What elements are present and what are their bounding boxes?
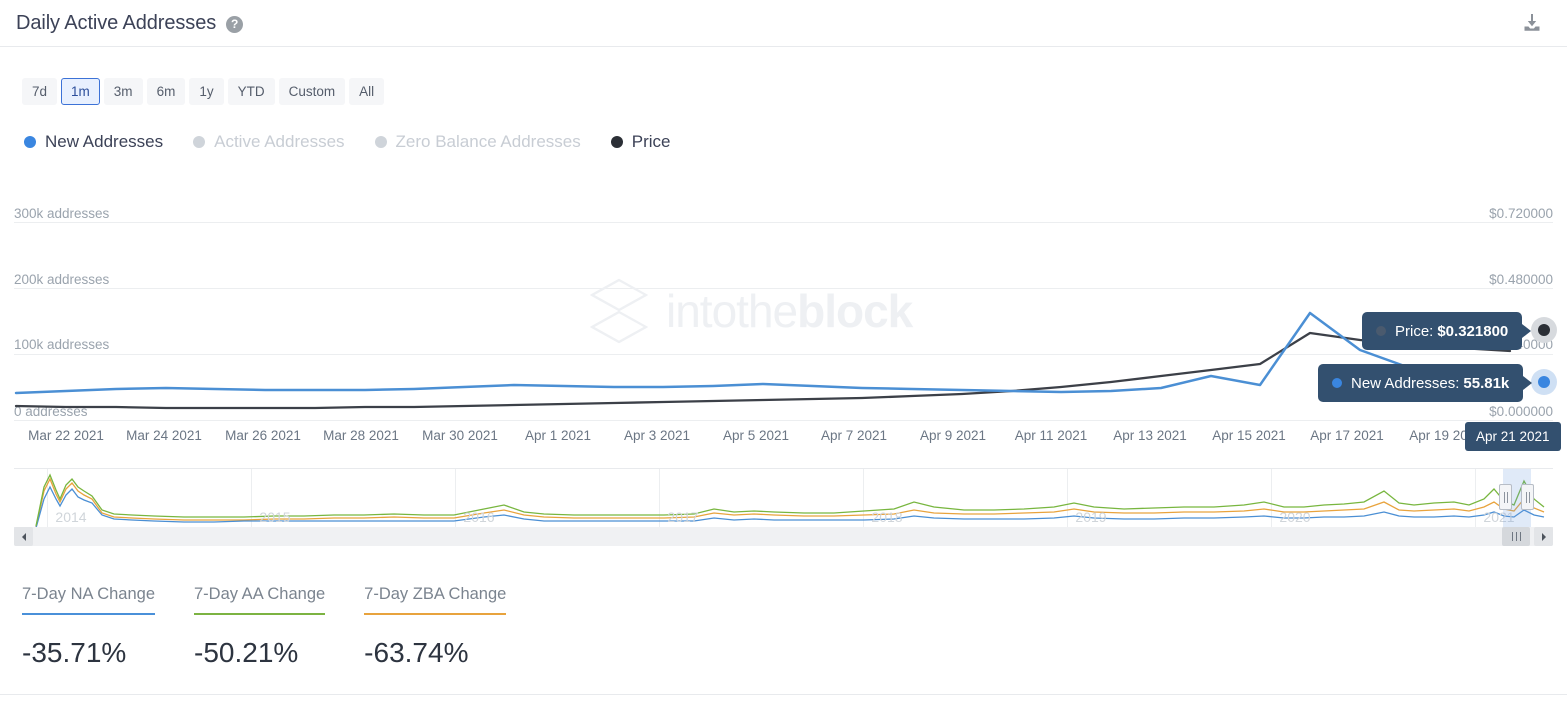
legend-item-new-addresses[interactable]: New Addresses [24, 132, 163, 152]
range-button-custom[interactable]: Custom [279, 78, 346, 105]
x-axis-tick-label: Apr 5 2021 [723, 428, 789, 443]
stat-label: 7-Day NA Change [22, 585, 155, 613]
price-tooltip-label: Price: [1395, 323, 1433, 340]
navigator-handle-left[interactable] [1499, 484, 1512, 510]
line-new-addresses [16, 313, 1510, 393]
price-tooltip-value: $0.321800 [1437, 323, 1508, 340]
x-axis-tick-label: Mar 30 2021 [422, 428, 498, 443]
x-axis-tick-label: Apr 17 2021 [1310, 428, 1384, 443]
triangle-left-icon[interactable] [14, 527, 33, 546]
stat-value: -63.74% [364, 637, 506, 669]
x-axis-tick-label: Apr 15 2021 [1212, 428, 1286, 443]
line-price [16, 333, 1510, 408]
new-addresses-tooltip-value: 55.81k [1463, 375, 1509, 392]
range-button-all[interactable]: All [349, 78, 384, 105]
range-button-3m[interactable]: 3m [104, 78, 143, 105]
new-addresses-tooltip: New Addresses: 55.81k [1318, 364, 1523, 402]
chart-legend: New Addresses Active Addresses Zero Bala… [24, 132, 700, 152]
stats-row: 7-Day NA Change -35.71% 7-Day AA Change … [22, 585, 545, 669]
stat-value: -35.71% [22, 637, 155, 669]
legend-dot-icon [24, 136, 36, 148]
price-marker[interactable] [1538, 324, 1550, 336]
new-addresses-tooltip-dot-icon [1332, 378, 1342, 388]
scrollbar-thumb[interactable] [1502, 527, 1530, 546]
page-title: Daily Active Addresses [16, 12, 216, 35]
x-axis-tick-label: Mar 26 2021 [225, 428, 301, 443]
legend-label: Zero Balance Addresses [396, 132, 581, 152]
legend-label: Price [632, 132, 671, 152]
range-button-7d[interactable]: 7d [22, 78, 57, 105]
range-button-6m[interactable]: 6m [147, 78, 186, 105]
navigator-year-label: 2016 [463, 509, 494, 525]
stat-7day-na-change: 7-Day NA Change -35.71% [22, 585, 155, 669]
question-mark-icon[interactable]: ? [226, 16, 243, 33]
stat-7day-aa-change: 7-Day AA Change -50.21% [194, 585, 325, 669]
navigator-scrollbar[interactable] [14, 527, 1553, 546]
x-axis-tick-label: Mar 28 2021 [323, 428, 399, 443]
legend-item-zero-balance-addresses[interactable]: Zero Balance Addresses [375, 132, 581, 152]
legend-item-price[interactable]: Price [611, 132, 671, 152]
navigator-year-label: 2017 [667, 509, 698, 525]
new-addresses-marker[interactable] [1538, 376, 1550, 388]
x-axis-tick-label: Apr 1 2021 [525, 428, 591, 443]
range-button-1y[interactable]: 1y [189, 78, 223, 105]
legend-label: Active Addresses [214, 132, 344, 152]
stat-7day-zba-change: 7-Day ZBA Change -63.74% [364, 585, 506, 669]
chart-navigator[interactable]: 2014 2015 2016 2017 2018 2019 2020 2021 [14, 468, 1553, 528]
range-selector[interactable]: 7d 1m 3m 6m 1y YTD Custom All [22, 78, 384, 105]
range-button-ytd[interactable]: YTD [228, 78, 275, 105]
navigator-year-label: 2018 [871, 509, 902, 525]
stat-underline [364, 613, 506, 615]
legend-dot-icon [375, 136, 387, 148]
stat-label: 7-Day AA Change [194, 585, 325, 613]
triangle-right-icon[interactable] [1534, 527, 1553, 546]
chart-header: Daily Active Addresses ? [0, 0, 1567, 47]
stat-underline [22, 613, 155, 615]
triangle-right-glyph [1540, 532, 1548, 542]
navigator-year-label: 2019 [1075, 509, 1106, 525]
bottom-divider [0, 694, 1567, 695]
x-axis: Mar 22 2021 Mar 24 2021 Mar 26 2021 Mar … [0, 428, 1567, 452]
navigator-year-label: 2015 [259, 509, 290, 525]
legend-item-active-addresses[interactable]: Active Addresses [193, 132, 344, 152]
x-axis-tick-label: Apr 13 2021 [1113, 428, 1187, 443]
legend-dot-icon [193, 136, 205, 148]
x-axis-tick-label: Mar 24 2021 [126, 428, 202, 443]
stat-label: 7-Day ZBA Change [364, 585, 506, 613]
x-axis-active-tick-label: Apr 21 2021 [1465, 422, 1561, 451]
price-tooltip: Price: $0.321800 [1362, 312, 1522, 350]
stat-underline [194, 613, 325, 615]
legend-dot-icon [611, 136, 623, 148]
price-tooltip-dot-icon [1376, 326, 1386, 336]
x-axis-tick-label: Mar 22 2021 [28, 428, 104, 443]
navigator-series-svg [14, 469, 1553, 528]
navigator-year-label: 2014 [55, 509, 86, 525]
navigator-handle-right[interactable] [1521, 484, 1534, 510]
legend-label: New Addresses [45, 132, 163, 152]
x-axis-tick-label: Apr 9 2021 [920, 428, 986, 443]
x-axis-tick-label: Apr 3 2021 [624, 428, 690, 443]
navigator-year-label: 2020 [1279, 509, 1310, 525]
download-icon-glyph [1520, 11, 1544, 35]
new-addresses-tooltip-label: New Addresses: [1351, 375, 1459, 392]
download-icon[interactable] [1517, 8, 1547, 38]
x-axis-tick-label: Apr 11 2021 [1015, 428, 1088, 443]
x-axis-tick-label: Apr 7 2021 [821, 428, 887, 443]
stat-value: -50.21% [194, 637, 325, 669]
range-button-1m[interactable]: 1m [61, 78, 100, 105]
triangle-left-glyph [20, 532, 28, 542]
